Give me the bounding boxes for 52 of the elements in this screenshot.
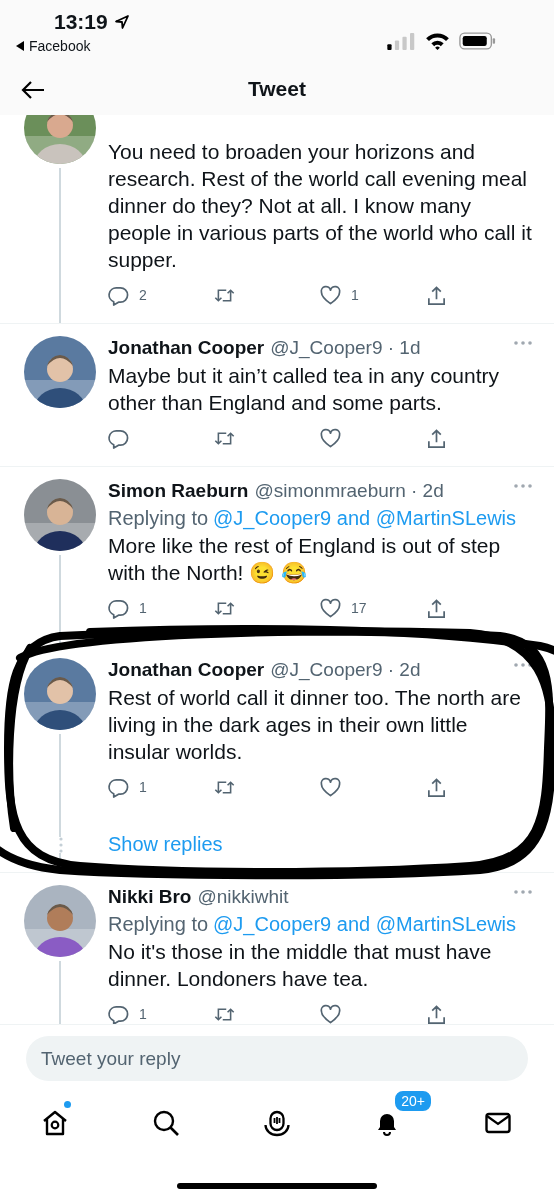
replying-label: Replying to xyxy=(108,913,209,936)
notification-count-badge: 20+ xyxy=(393,1089,433,1113)
action-count: 1 xyxy=(139,600,147,616)
tweet-text: Rest of world call it dinner too. The north are living in the dark ages in their own little insular worlds. xyxy=(108,685,522,765)
tweet-text: You need to broaden your horizons and research. Rest of the world call evening meal dinner do they? Not at all. I know many people in various parts of the world who call it supper. xyxy=(108,139,532,273)
author-name[interactable]: Jonathan Cooper xyxy=(108,659,265,681)
author-handle: @nikkiwhit xyxy=(197,886,289,908)
author-handle: @J_Cooper9 · 2d xyxy=(270,659,421,681)
microphone-tab-icon[interactable] xyxy=(262,1109,291,1137)
action-count: 2 xyxy=(139,287,147,303)
battery-icon xyxy=(459,32,496,50)
heart-icon[interactable] xyxy=(320,1003,341,1024)
action-count: 17 xyxy=(351,600,367,616)
share-icon[interactable] xyxy=(426,1003,447,1024)
share-icon[interactable] xyxy=(426,284,447,306)
back-arrow-icon[interactable] xyxy=(21,80,45,100)
search-tab-icon[interactable] xyxy=(151,1109,180,1137)
reply-field[interactable]: Tweet your reply xyxy=(26,1036,528,1081)
signal-icon xyxy=(387,32,416,50)
back-triangle-icon xyxy=(16,41,24,51)
author-name[interactable]: Jonathan Cooper xyxy=(108,337,265,359)
more-options-icon[interactable] xyxy=(514,663,532,667)
thread-dots-icon xyxy=(59,837,63,853)
author-name[interactable]: Simon Raeburn xyxy=(108,480,249,502)
back-to-app-link[interactable]: Facebook xyxy=(16,38,130,54)
reply-icon[interactable] xyxy=(108,597,129,619)
wifi-icon xyxy=(425,32,450,50)
action-count: 1 xyxy=(351,287,359,303)
tweet-text: More like the rest of England is out of step with the North! 😉 😂 xyxy=(108,533,502,586)
reply-icon[interactable] xyxy=(108,427,129,449)
share-icon[interactable] xyxy=(426,427,447,449)
action-count: 1 xyxy=(139,1006,147,1022)
screen-title: Tweet xyxy=(248,76,306,101)
tweet-text: No it's those in the middle that must have dinner. Londoners have tea. xyxy=(108,939,493,992)
heart-icon[interactable] xyxy=(320,776,341,798)
heart-icon[interactable] xyxy=(320,427,341,449)
reply-icon[interactable] xyxy=(108,1003,129,1024)
reply-icon[interactable] xyxy=(108,284,129,306)
tweet-text: Maybe but it ain’t called tea in any country other than England and some parts. xyxy=(108,363,501,416)
heart-icon[interactable] xyxy=(320,597,341,619)
replying-label: Replying to xyxy=(108,507,209,530)
share-icon[interactable] xyxy=(426,597,447,619)
action-count: 1 xyxy=(139,779,147,795)
clock-time: 13:19 xyxy=(54,10,108,34)
home-tab-icon[interactable] xyxy=(41,1109,69,1137)
author-handle: @J_Cooper9 · 1d xyxy=(270,337,421,359)
location-arrow-icon xyxy=(113,14,130,30)
share-icon[interactable] xyxy=(426,776,447,798)
author-name[interactable]: Nikki Bro xyxy=(108,886,192,908)
heart-icon[interactable] xyxy=(320,284,341,306)
reply-icon[interactable] xyxy=(108,776,129,798)
author-handle: @simonmraeburn · 2d xyxy=(254,480,444,502)
